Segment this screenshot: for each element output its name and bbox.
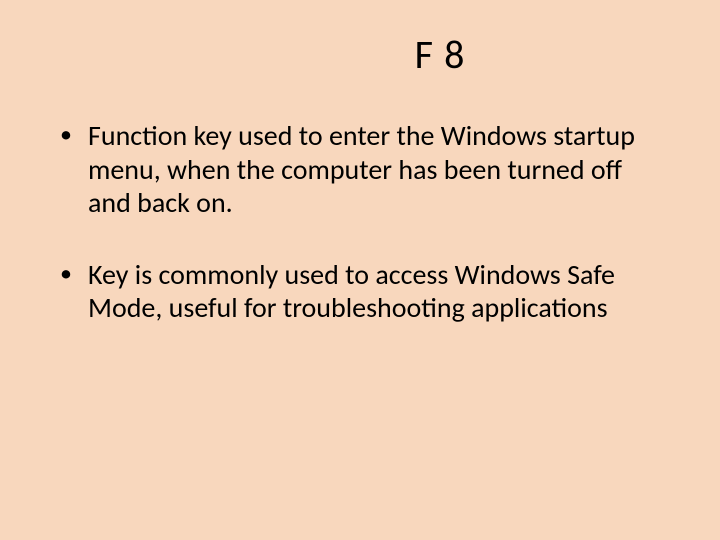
- bullet-list: Function key used to enter the Windows s…: [60, 119, 660, 325]
- slide-title: F 8: [220, 30, 660, 79]
- list-item: Function key used to enter the Windows s…: [60, 119, 660, 220]
- slide: F 8 Function key used to enter the Windo…: [0, 0, 720, 540]
- list-item: Key is commonly used to access Windows S…: [60, 258, 660, 325]
